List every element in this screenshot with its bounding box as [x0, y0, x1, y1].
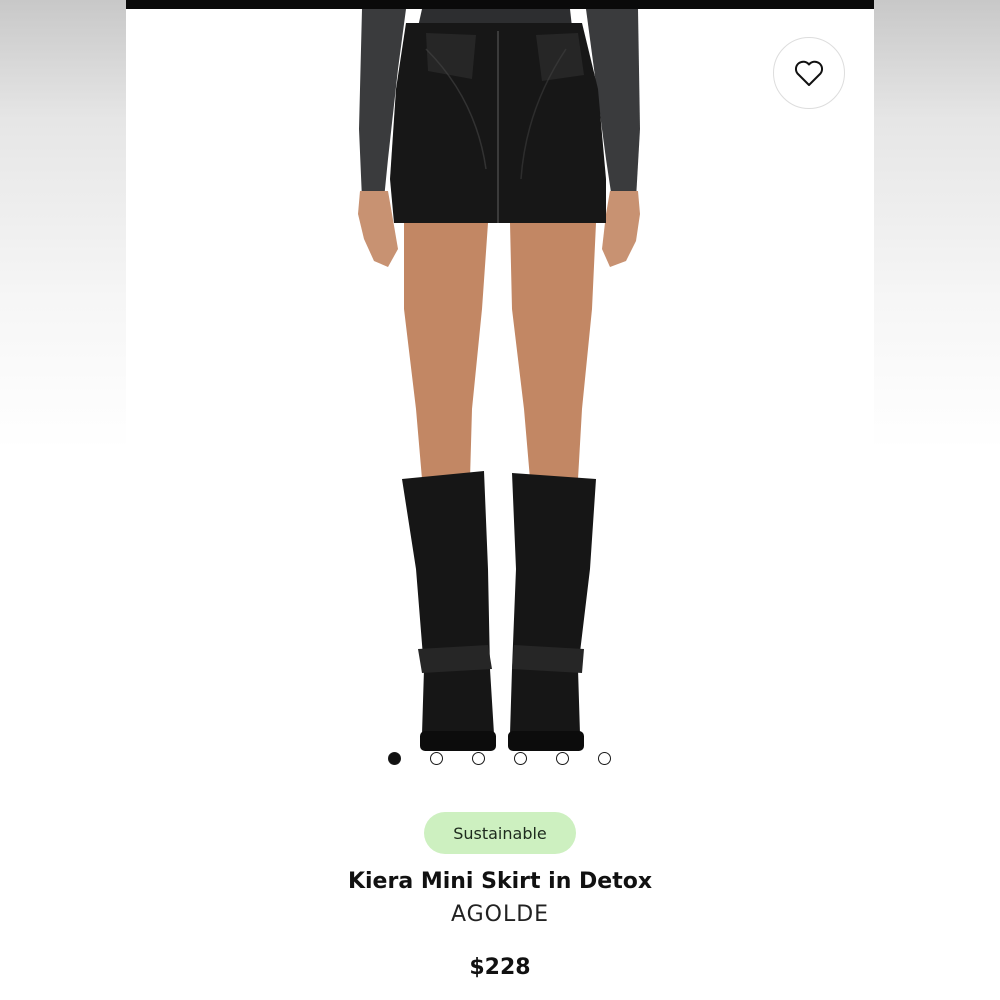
- carousel-dot[interactable]: [472, 752, 485, 765]
- product-name[interactable]: Kiera Mini Skirt in Detox: [126, 869, 874, 894]
- carousel-dot[interactable]: [598, 752, 611, 765]
- carousel-dot[interactable]: [556, 752, 569, 765]
- carousel-dot[interactable]: [388, 752, 401, 765]
- sustainable-badge: Sustainable: [424, 812, 576, 854]
- carousel-dot[interactable]: [430, 752, 443, 765]
- carousel-dots: [126, 751, 874, 767]
- heart-outline-icon: [794, 60, 824, 86]
- brand-name[interactable]: AGOLDE: [126, 902, 874, 927]
- top-bar: [126, 0, 874, 9]
- carousel-dot[interactable]: [514, 752, 527, 765]
- product-page: Sustainable Kiera Mini Skirt in Detox AG…: [126, 0, 874, 1000]
- product-image[interactable]: [126, 9, 874, 779]
- wishlist-button[interactable]: [773, 37, 845, 109]
- product-price: $228: [469, 955, 531, 980]
